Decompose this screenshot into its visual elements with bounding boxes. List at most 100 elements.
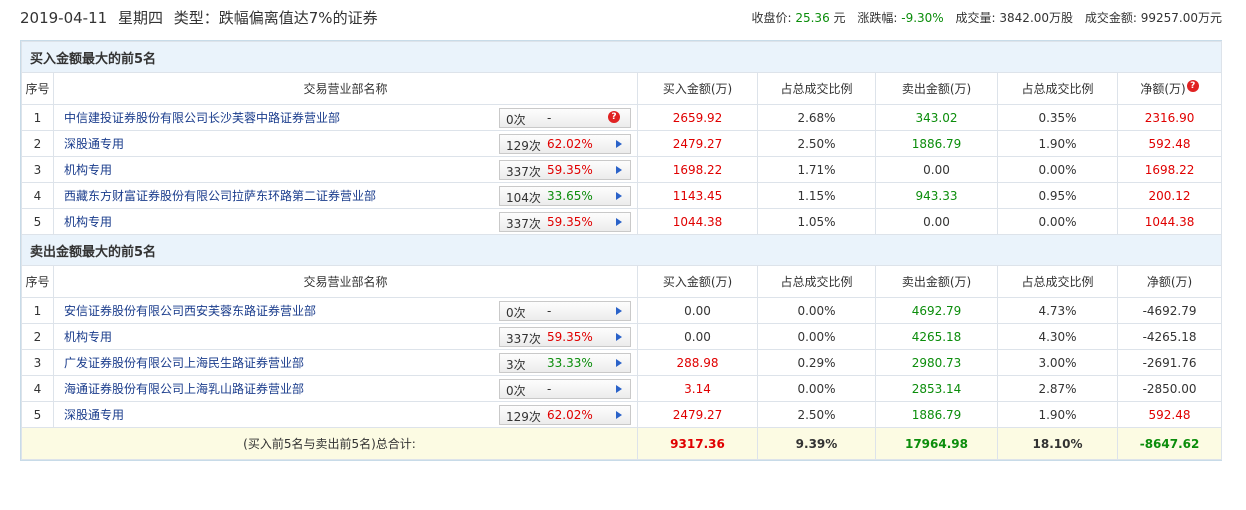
appear-count: 0次 <box>506 113 526 127</box>
buy-amount: 1143.45 <box>637 182 758 209</box>
play-arrow-icon[interactable] <box>616 140 622 148</box>
branch-link[interactable]: 安信证券股份有限公司西安芙蓉东路证券营业部 <box>64 304 316 318</box>
play-arrow-icon[interactable] <box>616 333 622 341</box>
sell-ratio: 2.87% <box>997 375 1118 402</box>
success-rate: 33.65% <box>547 189 593 203</box>
total-sell-pct: 18.10% <box>997 427 1118 460</box>
net-amount: -4692.79 <box>1116 297 1223 324</box>
net-amount: -4265.18 <box>1116 323 1223 350</box>
branch-name-cell: 机构专用 337次 59.35% <box>53 208 638 235</box>
amount-label: 成交金额: <box>1084 11 1137 25</box>
success-rate: - <box>547 304 552 318</box>
branch-stat-button[interactable]: 129次 62.02% <box>499 405 631 425</box>
branch-stat-button[interactable]: 129次 62.02% <box>499 134 631 154</box>
branch-stat-button[interactable]: 0次 - <box>499 379 631 399</box>
branch-stat-button[interactable]: 337次 59.35% <box>499 160 631 180</box>
sell-header-row: 序号 交易营业部名称 买入金额(万) 占总成交比例 卖出金额(万) 占总成交比例… <box>21 265 1223 298</box>
buy-ratio: 0.29% <box>757 349 876 376</box>
play-arrow-icon[interactable] <box>616 307 622 315</box>
row-seq: 4 <box>21 182 54 209</box>
branch-link[interactable]: 西藏东方财富证券股份有限公司拉萨东环路第二证券营业部 <box>64 189 376 203</box>
branch-link[interactable]: 海通证券股份有限公司上海乳山路证券营业部 <box>64 382 304 396</box>
play-arrow-icon[interactable] <box>616 192 622 200</box>
success-rate: 59.35% <box>547 330 593 344</box>
branch-link[interactable]: 广发证券股份有限公司上海民生路证券营业部 <box>64 356 304 370</box>
buy-amount: 2659.92 <box>637 104 758 131</box>
appear-count: 337次 <box>506 332 541 346</box>
buy-ratio: 0.00% <box>757 297 876 324</box>
row-seq: 5 <box>21 401 54 428</box>
row-seq: 1 <box>21 104 54 131</box>
net-amount: 592.48 <box>1116 401 1223 428</box>
branch-name-cell: 广发证券股份有限公司上海民生路证券营业部 3次 33.33% <box>53 349 638 376</box>
appear-count: 0次 <box>506 306 526 320</box>
col-buy: 买入金额(万) <box>637 72 758 105</box>
branch-stat-button[interactable]: 0次 -? <box>499 108 631 128</box>
amount-value: 99257.00万元 <box>1140 11 1222 25</box>
sell-ratio: 4.30% <box>997 323 1118 350</box>
play-arrow-icon[interactable] <box>616 218 622 226</box>
appear-count: 129次 <box>506 139 541 153</box>
total-sell: 17964.98 <box>875 427 998 460</box>
col-sell: 卖出金额(万) <box>875 72 998 105</box>
buy-amount: 0.00 <box>637 323 758 350</box>
branch-stat-button[interactable]: 3次 33.33% <box>499 353 631 373</box>
table-row: 2 深股通专用 129次 62.02% 2479.27 2.50% 1886.79 1.90%… <box>21 130 1223 157</box>
sell-amount: 4692.79 <box>875 297 998 324</box>
total-buy-pct: 9.39% <box>757 427 876 460</box>
sell-amount: 4265.18 <box>875 323 998 350</box>
appear-count: 337次 <box>506 165 541 179</box>
question-circle-icon[interactable]: ? <box>1186 80 1199 92</box>
col-buy-pct: 占总成交比例 <box>757 265 876 298</box>
sell-amount: 0.00 <box>875 208 998 235</box>
net-amount: 1698.22 <box>1116 156 1223 183</box>
sell-ratio: 1.90% <box>997 130 1118 157</box>
buy-ratio: 2.50% <box>757 130 876 157</box>
row-seq: 2 <box>21 323 54 350</box>
play-arrow-icon[interactable] <box>616 166 622 174</box>
question-circle-icon[interactable]: ? <box>608 111 620 123</box>
branch-stat-button[interactable]: 337次 59.35% <box>499 212 631 232</box>
buy-amount: 1698.22 <box>637 156 758 183</box>
branch-stat-button[interactable]: 104次 33.65% <box>499 186 631 206</box>
success-rate: 62.02% <box>547 137 593 151</box>
row-seq: 5 <box>21 208 54 235</box>
branch-stat-button[interactable]: 337次 59.35% <box>499 327 631 347</box>
branch-link[interactable]: 深股通专用 <box>64 408 124 422</box>
play-arrow-icon[interactable] <box>616 385 622 393</box>
branch-name-cell: 中信建投证券股份有限公司长沙芙蓉中路证券营业部 0次 -? <box>53 104 638 131</box>
branch-link[interactable]: 深股通专用 <box>64 137 124 151</box>
table-row: 1 安信证券股份有限公司西安芙蓉东路证券营业部 0次 - 0.00 0.00% 4692.7… <box>21 297 1223 324</box>
branch-link[interactable]: 机构专用 <box>64 215 112 229</box>
success-rate: - <box>547 382 552 396</box>
branch-link[interactable]: 机构专用 <box>64 330 112 344</box>
play-arrow-icon[interactable] <box>616 359 622 367</box>
col-sell-pct: 占总成交比例 <box>997 265 1118 298</box>
sell-amount: 343.02 <box>875 104 998 131</box>
sell-amount: 943.33 <box>875 182 998 209</box>
volume-value: 3842.00万股 <box>999 11 1074 25</box>
branch-link[interactable]: 机构专用 <box>64 163 112 177</box>
buy-ratio: 1.05% <box>757 208 876 235</box>
appear-count: 3次 <box>506 358 526 372</box>
net-amount: 2316.90 <box>1116 104 1223 131</box>
success-rate: 33.33% <box>547 356 593 370</box>
buy-ratio: 0.00% <box>757 375 876 402</box>
sell-ratio: 0.95% <box>997 182 1118 209</box>
col-sell-pct: 占总成交比例 <box>997 72 1118 105</box>
branch-name-cell: 海通证券股份有限公司上海乳山路证券营业部 0次 - <box>53 375 638 402</box>
col-name: 交易营业部名称 <box>53 265 638 298</box>
appear-count: 104次 <box>506 191 541 205</box>
branch-link[interactable]: 中信建投证券股份有限公司长沙芙蓉中路证券营业部 <box>64 111 340 125</box>
sell-ratio: 0.35% <box>997 104 1118 131</box>
branch-stat-button[interactable]: 0次 - <box>499 301 631 321</box>
buy-amount: 1044.38 <box>637 208 758 235</box>
branch-name-cell: 安信证券股份有限公司西安芙蓉东路证券营业部 0次 - <box>53 297 638 324</box>
row-seq: 3 <box>21 156 54 183</box>
row-seq: 3 <box>21 349 54 376</box>
buy-amount: 288.98 <box>637 349 758 376</box>
branch-name-cell: 西藏东方财富证券股份有限公司拉萨东环路第二证券营业部 104次 33.65% <box>53 182 638 209</box>
sell-amount: 0.00 <box>875 156 998 183</box>
play-arrow-icon[interactable] <box>616 411 622 419</box>
table-row: 2 机构专用 337次 59.35% 0.00 0.00% 4265.18 4.30% -426… <box>21 323 1223 350</box>
